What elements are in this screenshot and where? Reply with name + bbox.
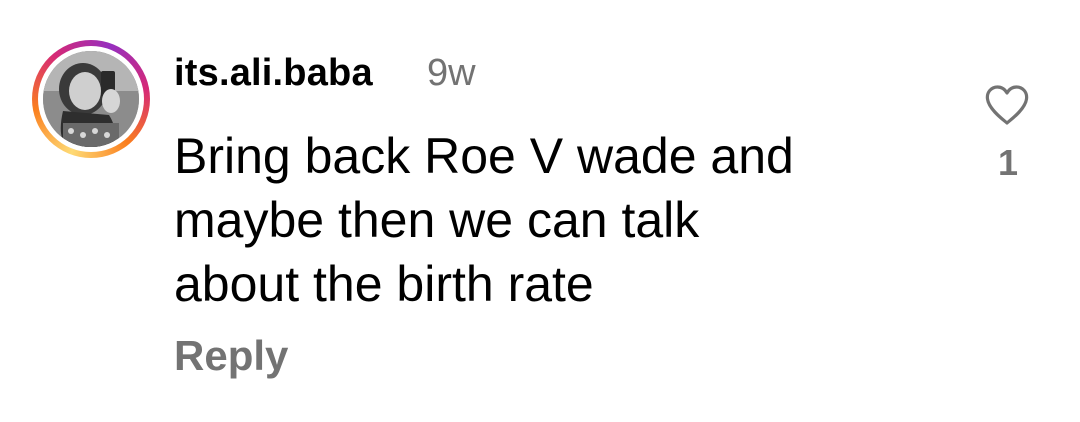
avatar-story-ring[interactable] bbox=[32, 40, 150, 158]
comment-item: its.ali.baba 9w Bring back Roe V wade an… bbox=[0, 0, 1080, 422]
comment-text-line: about the birth rate bbox=[174, 256, 594, 312]
like-button[interactable] bbox=[984, 84, 1030, 126]
reply-button[interactable]: Reply bbox=[174, 332, 288, 380]
username[interactable]: its.ali.baba bbox=[174, 52, 373, 95]
comment-text-line: maybe then we can talk bbox=[174, 192, 700, 248]
avatar[interactable] bbox=[43, 51, 139, 147]
comment-text: Bring back Roe V wade and maybe then we … bbox=[174, 124, 934, 316]
avatar-photo-icon bbox=[43, 51, 139, 147]
heart-outline-icon bbox=[985, 85, 1029, 125]
like-count: 1 bbox=[997, 142, 1019, 183]
comment-timestamp: 9w bbox=[427, 52, 476, 94]
comment-text-line: Bring back Roe V wade and bbox=[174, 128, 794, 184]
